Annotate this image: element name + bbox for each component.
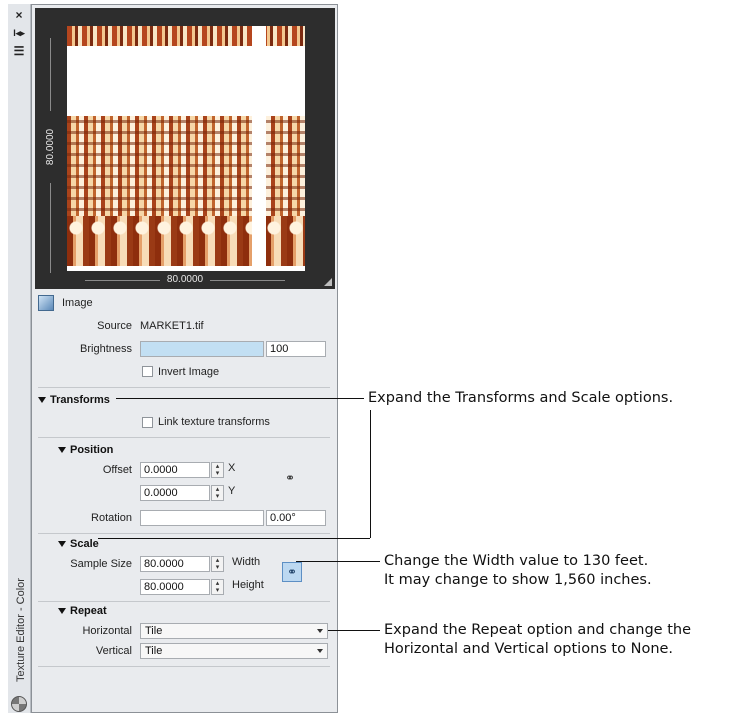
callout-leader xyxy=(116,398,364,399)
width-label: Width xyxy=(232,556,261,568)
texture-preview: 80.0000 80.0000 xyxy=(35,8,335,289)
source-value[interactable]: MARKET1.tif xyxy=(140,316,204,336)
offset-x-input[interactable]: 0.0000 xyxy=(140,462,210,478)
height-dimension: 80.0000 xyxy=(44,38,58,273)
rotation-slider[interactable] xyxy=(140,510,264,526)
offset-label: Offset xyxy=(102,464,132,476)
width-input[interactable]: 80.0000 xyxy=(140,556,210,572)
repeat-header[interactable]: Repeat xyxy=(58,603,107,619)
divider xyxy=(38,533,330,534)
position-header[interactable]: Position xyxy=(58,442,113,458)
offset-y-spinner[interactable]: ▴ ▾ xyxy=(211,485,224,501)
divider xyxy=(38,601,330,602)
callout-width-line1: Change the Width value to 130 feet. xyxy=(384,553,649,569)
palette-title: Texture Editor - Color xyxy=(15,578,27,682)
sample-size-label: Sample Size xyxy=(70,558,132,570)
texture-image xyxy=(67,26,305,271)
vertical-label: Vertical xyxy=(95,645,132,657)
brightness-input[interactable]: 100 xyxy=(266,341,326,357)
height-input[interactable]: 80.0000 xyxy=(140,579,210,595)
divider xyxy=(38,437,330,438)
offset-x-spinner[interactable]: ▴ ▾ xyxy=(211,462,224,478)
vertical-select[interactable]: Tile xyxy=(140,643,328,659)
resize-grip-icon[interactable] xyxy=(324,278,332,286)
invert-image-label: Invert Image xyxy=(158,366,220,378)
callout-leader xyxy=(296,561,380,562)
callout-leader xyxy=(98,538,370,539)
callout-transforms: Expand the Transforms and Scale options. xyxy=(368,390,674,406)
scale-header[interactable]: Scale xyxy=(58,536,99,552)
image-icon xyxy=(38,295,54,311)
chevron-down-icon xyxy=(317,649,323,653)
material-icon xyxy=(11,696,27,712)
properties-icon[interactable]: ☰ xyxy=(10,44,28,58)
height-spinner[interactable]: ▴ ▾ xyxy=(211,579,224,595)
texture-editor-panel: 80.0000 80.0000 Image Source MARKET1.tif… xyxy=(31,4,338,713)
rotation-label: Rotation xyxy=(91,512,132,524)
close-icon[interactable]: × xyxy=(10,8,28,22)
chevron-down-icon xyxy=(317,629,323,633)
height-label: Height xyxy=(232,579,264,591)
horizontal-select[interactable]: Tile xyxy=(140,623,328,639)
width-spinner[interactable]: ▴ ▾ xyxy=(211,556,224,572)
divider xyxy=(38,387,330,388)
offset-y-label: Y xyxy=(228,485,236,497)
source-label: Source xyxy=(97,320,132,332)
offset-y-input[interactable]: 0.0000 xyxy=(140,485,210,501)
divider xyxy=(38,666,330,667)
link-texture-transforms-checkbox[interactable] xyxy=(142,417,153,428)
rotation-input[interactable]: 0.00° xyxy=(266,510,326,526)
horizontal-label: Horizontal xyxy=(82,625,132,637)
auto-hide-icon[interactable]: I◂▸ xyxy=(10,26,28,40)
width-dimension: 80.0000 xyxy=(85,274,285,286)
transforms-header[interactable]: Transforms xyxy=(38,392,110,408)
invert-image-checkbox[interactable] xyxy=(142,366,153,377)
image-heading: Image xyxy=(62,297,93,309)
brightness-slider[interactable] xyxy=(140,341,264,357)
link-texture-transforms-label: Link texture transforms xyxy=(158,416,270,428)
callout-leader xyxy=(328,630,380,631)
callout-repeat-line2: Horizontal and Vertical options to None. xyxy=(384,641,674,657)
offset-x-label: X xyxy=(228,462,236,474)
callout-leader xyxy=(370,410,371,538)
palette-title-strip: × I◂▸ ☰ Texture Editor - Color xyxy=(8,4,31,713)
brightness-label: Brightness xyxy=(80,343,132,355)
callout-repeat-line1: Expand the Repeat option and change the xyxy=(384,622,692,638)
callout-width-line2: It may change to show 1,560 inches. xyxy=(384,572,652,588)
